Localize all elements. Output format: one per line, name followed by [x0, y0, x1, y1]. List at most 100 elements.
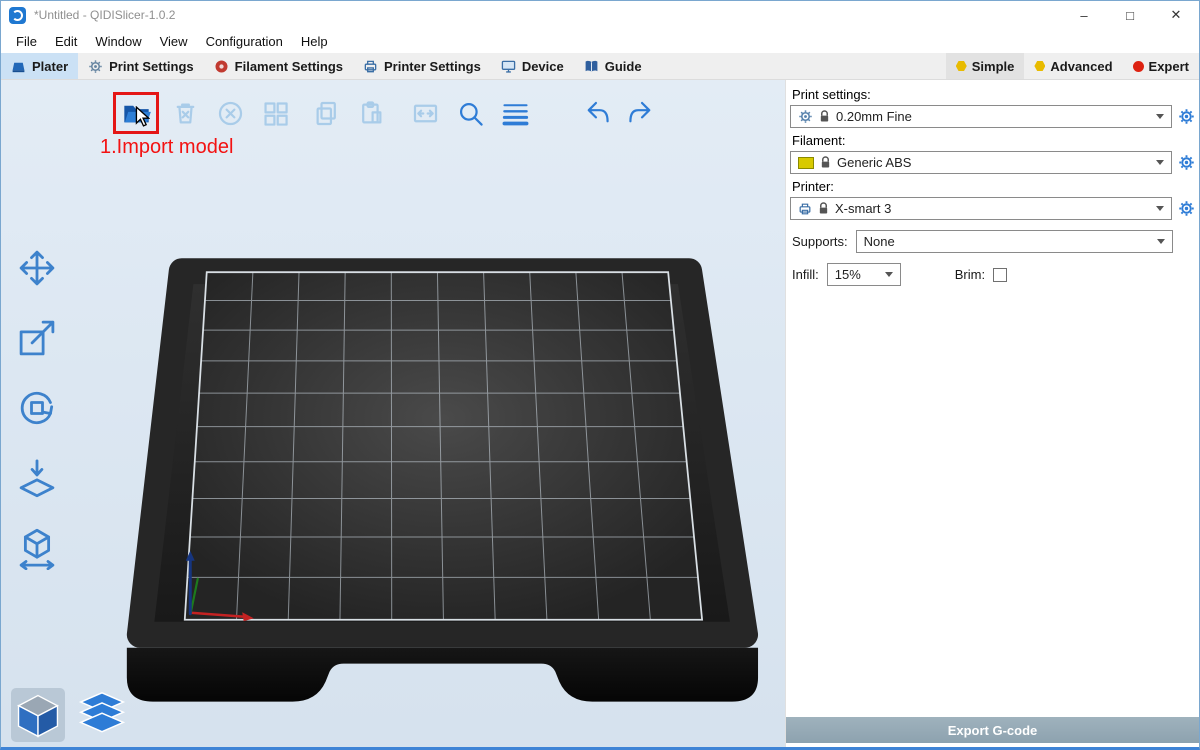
lock-icon — [819, 110, 830, 123]
gear-icon — [88, 59, 103, 74]
menu-file[interactable]: File — [7, 31, 46, 52]
object-toolbar — [113, 92, 660, 134]
expert-mode-icon — [1133, 61, 1144, 72]
undo-button[interactable] — [577, 94, 615, 132]
tab-label: Device — [522, 59, 564, 74]
split-button[interactable] — [406, 94, 444, 132]
place-on-face-icon — [15, 456, 59, 500]
brim-checkbox[interactable] — [993, 268, 1007, 282]
tab-printer-settings[interactable]: Printer Settings — [353, 53, 491, 79]
tab-guide[interactable]: Guide — [574, 53, 652, 79]
close-button[interactable]: ✕ — [1153, 1, 1199, 29]
print-settings-row: 0.20mm Fine — [790, 105, 1195, 128]
supports-row: Supports: None — [792, 230, 1173, 253]
copy-button[interactable] — [307, 94, 345, 132]
chevron-down-icon — [885, 272, 893, 277]
mode-label: Expert — [1149, 59, 1189, 74]
gizmo-toolbar — [11, 242, 63, 574]
paste-button[interactable] — [352, 94, 390, 132]
menu-edit[interactable]: Edit — [46, 31, 86, 52]
view-toolbar — [11, 688, 129, 742]
settings-sidebar: Print settings: 0.20mm Fine Filament: — [785, 80, 1199, 747]
filament-combo[interactable]: Generic ABS — [790, 151, 1172, 174]
menu-help[interactable]: Help — [292, 31, 337, 52]
preview-view-button[interactable] — [75, 688, 129, 742]
brim-label: Brim: — [955, 267, 985, 282]
editor-cube-icon — [13, 690, 63, 740]
rotate-gizmo-button[interactable] — [11, 382, 63, 434]
search-button[interactable] — [451, 94, 489, 132]
mode-simple[interactable]: Simple — [946, 53, 1025, 79]
search-icon — [455, 98, 486, 129]
menu-configuration[interactable]: Configuration — [197, 31, 292, 52]
filament-label: Filament: — [792, 133, 1195, 148]
lock-icon — [820, 156, 831, 169]
tab-label: Plater — [32, 59, 68, 74]
measure-gizmo-button[interactable] — [11, 522, 63, 574]
layer-lines-icon — [500, 98, 531, 129]
app-logo-icon — [9, 7, 26, 24]
infill-combo[interactable]: 15% — [827, 263, 901, 286]
minimize-button[interactable]: – — [1061, 1, 1107, 29]
simple-mode-icon — [956, 61, 967, 72]
arrange-button[interactable] — [256, 94, 294, 132]
editor-view-button[interactable] — [11, 688, 65, 742]
printer-combo[interactable]: X-smart 3 — [790, 197, 1172, 220]
tab-label: Filament Settings — [235, 59, 343, 74]
printer-gear-button[interactable] — [1178, 200, 1195, 217]
supports-label: Supports: — [792, 234, 848, 249]
move-icon — [15, 246, 59, 290]
trash-icon — [170, 98, 201, 129]
filament-color-swatch — [798, 157, 814, 169]
redo-button[interactable] — [622, 94, 660, 132]
printer-value: X-smart 3 — [835, 201, 891, 216]
print-bed[interactable] — [1, 80, 785, 747]
guide-icon — [584, 59, 599, 74]
tab-plater[interactable]: Plater — [1, 53, 78, 79]
delete-button[interactable] — [166, 94, 204, 132]
mode-label: Simple — [972, 59, 1015, 74]
mode-advanced[interactable]: Advanced — [1024, 53, 1122, 79]
place-on-face-gizmo-button[interactable] — [11, 452, 63, 504]
filament-icon — [214, 59, 229, 74]
titlebar: *Untitled - QIDISlicer-1.0.2 – □ ✕ — [1, 1, 1199, 29]
gear-icon — [798, 109, 813, 124]
lock-icon — [818, 202, 829, 215]
delete-all-icon — [215, 98, 246, 129]
redo-icon — [626, 98, 657, 129]
variable-layer-height-button[interactable] — [496, 94, 534, 132]
chevron-down-icon — [1157, 239, 1165, 244]
chevron-down-icon — [1156, 160, 1164, 165]
tab-label: Guide — [605, 59, 642, 74]
tab-label: Printer Settings — [384, 59, 481, 74]
measure-icon — [15, 526, 59, 570]
tab-print-settings[interactable]: Print Settings — [78, 53, 204, 79]
menu-view[interactable]: View — [151, 31, 197, 52]
filament-gear-button[interactable] — [1178, 154, 1195, 171]
print-settings-combo[interactable]: 0.20mm Fine — [790, 105, 1172, 128]
export-gcode-button[interactable]: Export G-code — [786, 717, 1199, 743]
tab-label: Print Settings — [109, 59, 194, 74]
printer-icon — [363, 59, 378, 74]
menu-window[interactable]: Window — [86, 31, 150, 52]
menubar: File Edit Window View Configuration Help — [1, 29, 1199, 53]
window-controls: – □ ✕ — [1061, 1, 1199, 29]
mode-expert[interactable]: Expert — [1123, 53, 1199, 79]
tabbar: Plater Print Settings Filament Settings … — [1, 53, 1199, 80]
viewport-3d[interactable]: 1.Import model — [1, 80, 785, 747]
filament-value: Generic ABS — [837, 155, 911, 170]
supports-value: None — [864, 234, 895, 249]
tab-filament-settings[interactable]: Filament Settings — [204, 53, 353, 79]
maximize-button[interactable]: □ — [1107, 1, 1153, 29]
move-gizmo-button[interactable] — [11, 242, 63, 294]
printer-label: Printer: — [792, 179, 1195, 194]
supports-combo[interactable]: None — [856, 230, 1173, 253]
undo-icon — [581, 98, 612, 129]
import-annotation: 1.Import model — [100, 136, 233, 159]
print-settings-gear-button[interactable] — [1178, 108, 1195, 125]
scale-gizmo-button[interactable] — [11, 312, 63, 364]
infill-label: Infill: — [792, 267, 819, 282]
delete-all-button[interactable] — [211, 94, 249, 132]
main-area: 1.Import model — [1, 80, 1199, 747]
tab-device[interactable]: Device — [491, 53, 574, 79]
